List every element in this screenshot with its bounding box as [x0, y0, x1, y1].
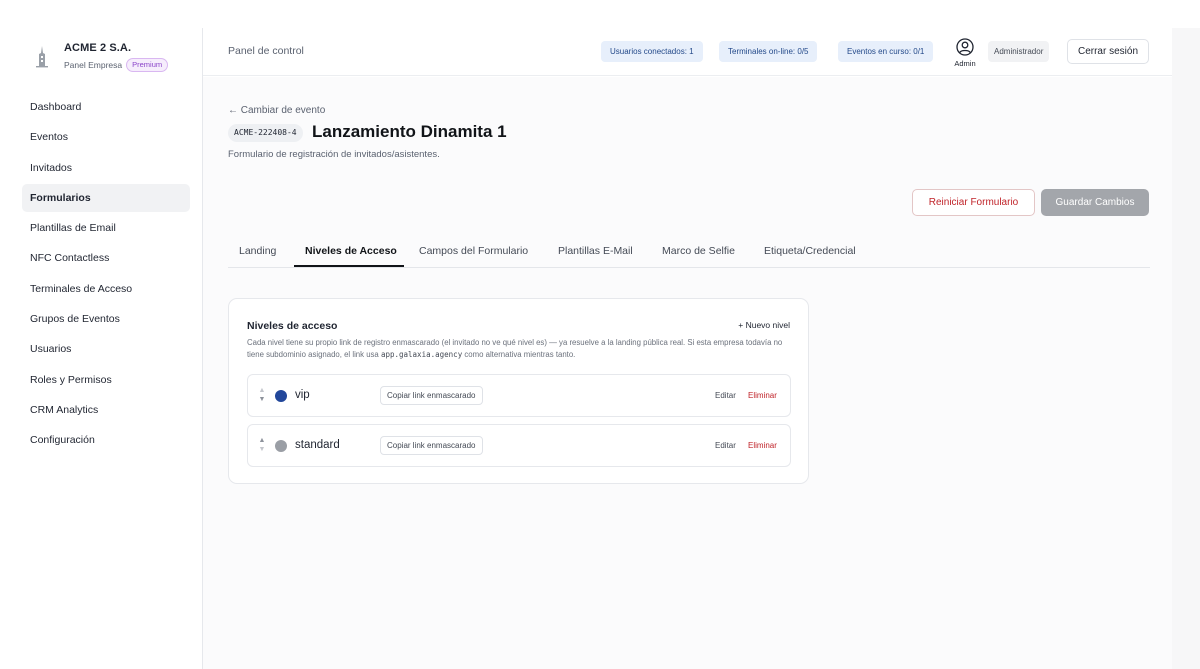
fallback-domain: app.galaxia.agency	[380, 349, 463, 359]
sidebar-item-eventos[interactable]: Eventos	[22, 123, 190, 151]
tab-etiqueta-credencial[interactable]: Etiqueta/Credencial	[764, 245, 856, 257]
tab-niveles-acceso[interactable]: Niveles de Acceso	[305, 245, 397, 257]
logout-button[interactable]: Cerrar sesión	[1067, 39, 1149, 64]
page-breadcrumb: Panel de control	[228, 45, 304, 57]
move-up-icon[interactable]: ▲	[258, 436, 266, 445]
description-text-end: como alternativa mientras tanto.	[462, 349, 576, 359]
main-content: ← Cambiar de evento ACME-222408-4 Lanzam…	[203, 77, 1172, 669]
active-tab-indicator	[294, 265, 404, 267]
edit-level-button[interactable]: Editar	[715, 441, 736, 450]
new-level-button[interactable]: + Nuevo nivel	[738, 320, 790, 330]
role-badge: Administrador	[988, 41, 1050, 62]
premium-badge: Premium	[126, 58, 169, 72]
access-level-row: ▲ ▼ standard Copiar link enmascarado Edi…	[247, 424, 791, 467]
sidebar-item-grupos-eventos[interactable]: Grupos de Eventos	[22, 305, 190, 333]
sidebar-item-configuracion[interactable]: Configuración	[22, 426, 190, 454]
level-name: vip	[295, 389, 310, 401]
sidebar-item-invitados[interactable]: Invitados	[22, 154, 190, 182]
tab-marco-selfie[interactable]: Marco de Selfie	[662, 245, 735, 257]
save-changes-button[interactable]: Guardar Cambios	[1041, 189, 1149, 216]
move-down-icon[interactable]: ▼	[258, 445, 266, 454]
access-levels-title: Niveles de acceso	[247, 320, 338, 332]
tab-campos-formulario[interactable]: Campos del Formulario	[419, 245, 528, 257]
sidebar: ACME 2 S.A. Panel Empresa Premium Dashbo…	[0, 28, 203, 669]
sidebar-item-crm-analytics[interactable]: CRM Analytics	[22, 396, 190, 424]
reorder-handle: ▲ ▼	[258, 386, 266, 404]
sidebar-item-roles-permisos[interactable]: Roles y Permisos	[22, 366, 190, 394]
connected-users-badge: Usuarios conectados: 1	[601, 41, 703, 62]
window-edge	[1172, 28, 1200, 669]
event-title: Lanzamiento Dinamita 1	[312, 122, 507, 141]
access-levels-card: Niveles de acceso + Nuevo nivel Cada niv…	[228, 298, 809, 484]
sidebar-item-formularios[interactable]: Formularios	[22, 183, 190, 212]
sidebar-item-terminales-acceso[interactable]: Terminales de Acceso	[22, 275, 190, 303]
company-name: ACME 2 S.A.	[64, 42, 132, 54]
event-subtitle: Formulario de registración de invitados/…	[228, 149, 440, 160]
level-color-dot	[275, 390, 287, 402]
running-events-badge: Eventos en curso: 0/1	[838, 41, 934, 62]
form-tabs: Landing Niveles de Acceso Campos del For…	[228, 240, 1150, 268]
move-down-icon[interactable]: ▼	[258, 395, 266, 404]
copy-masked-link-button[interactable]: Copiar link enmascarado	[380, 386, 483, 405]
top-header: Panel de control Usuarios conectados: 1 …	[203, 28, 1172, 76]
delete-level-button[interactable]: Eliminar	[748, 391, 777, 400]
event-code-badge: ACME-222408-4	[228, 124, 303, 142]
brand-subtitle: Panel Empresa Premium	[64, 58, 169, 72]
tab-plantillas-email[interactable]: Plantillas E-Mail	[558, 245, 633, 257]
copy-masked-link-button[interactable]: Copiar link enmascarado	[380, 436, 483, 455]
access-level-row: ▲ ▼ vip Copiar link enmascarado Editar E…	[247, 374, 791, 417]
edit-level-button[interactable]: Editar	[715, 391, 736, 400]
brand[interactable]: ACME 2 S.A. Panel Empresa Premium	[36, 41, 196, 75]
user-name-label: Admin	[954, 59, 976, 68]
sidebar-item-usuarios[interactable]: Usuarios	[22, 335, 190, 363]
panel-type-label: Panel Empresa	[64, 59, 123, 70]
reorder-handle: ▲ ▼	[258, 436, 266, 454]
online-terminals-badge: Terminales on-line: 0/5	[719, 41, 818, 62]
sidebar-nav: Dashboard Eventos Invitados Formularios …	[22, 93, 190, 457]
reset-form-button[interactable]: Reiniciar Formulario	[912, 189, 1035, 216]
level-color-dot	[275, 440, 287, 452]
delete-level-button[interactable]: Eliminar	[748, 441, 777, 450]
access-levels-description: Cada nivel tiene su propio link de regis…	[247, 337, 792, 360]
tab-landing[interactable]: Landing	[239, 245, 276, 257]
level-name: standard	[295, 439, 340, 451]
sidebar-item-dashboard[interactable]: Dashboard	[22, 93, 190, 121]
change-event-link[interactable]: ← Cambiar de evento	[228, 105, 325, 116]
move-up-icon[interactable]: ▲	[258, 386, 266, 395]
sidebar-item-plantillas-email[interactable]: Plantillas de Email	[22, 214, 190, 242]
user-avatar-icon[interactable]	[956, 38, 974, 56]
sidebar-item-nfc-contactless[interactable]: NFC Contactless	[22, 244, 190, 272]
building-logo-icon	[36, 46, 48, 68]
